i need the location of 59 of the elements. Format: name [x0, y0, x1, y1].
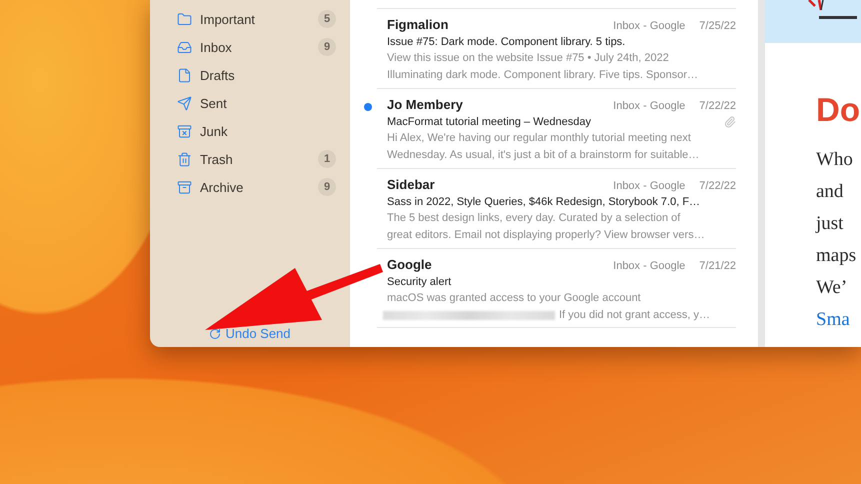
mailbox-name: Inbox - Google — [613, 180, 686, 192]
paper-plane-icon — [177, 96, 192, 110]
sender-name: Sidebar — [387, 177, 436, 192]
folder-icon — [177, 12, 192, 26]
article-text: maps — [816, 245, 856, 268]
message-row[interactable]: Google Inbox - Google 7/21/22 Security alert macOS was granted access to your Google account If you did not grant access, y… — [377, 248, 736, 328]
mailbox-label: Archive — [200, 180, 244, 194]
count-badge: 1 — [318, 150, 336, 168]
mailbox-label: Inbox — [200, 40, 233, 54]
message-preview: macOS was granted access to your Google account — [387, 291, 641, 305]
article-text: Who — [816, 149, 853, 172]
illustration-drawing — [807, 0, 857, 20]
mailbox-item[interactable]: Junk — [150, 117, 350, 145]
message-preview: Wednesday. As usual, it's just a bit of a brainstorm for suitable… — [387, 148, 700, 162]
inbox-icon — [177, 40, 192, 54]
count-badge: 5 — [318, 10, 336, 28]
message-subject: Sass in 2022, Style Queries, $46k Redesign, Storybook 7.0, F… — [387, 196, 702, 208]
mailbox-name: Inbox - Google — [613, 100, 686, 112]
article-text: We’ — [816, 277, 848, 300]
article-text: and — [816, 181, 844, 204]
mailbox-label: Sent — [200, 96, 228, 110]
mailbox-item[interactable]: Sent — [150, 89, 350, 117]
archive-box-icon — [177, 180, 192, 194]
mailbox-name: Inbox - Google — [613, 20, 686, 32]
sender-name: Figmalion — [387, 17, 450, 32]
article-link[interactable]: Sma — [816, 309, 850, 331]
mailbox-item[interactable]: Drafts — [150, 61, 350, 89]
message-date: 7/25/22 — [699, 20, 736, 32]
message-preview: great editors. Email not displaying properly? View browser vers… — [387, 228, 705, 242]
message-preview: View this issue on the website Issue #75 • July 24th, 2022 — [387, 51, 669, 65]
count-badge: 9 — [318, 178, 336, 196]
sender-name: Google — [387, 257, 433, 272]
message-subject: MacFormat tutorial meeting – Wednesday — [387, 116, 592, 128]
message-preview: The 5 best design links, every day. Curated by a selection of — [387, 211, 680, 225]
mailbox-item[interactable]: Important 5 — [150, 5, 350, 33]
mailbox-item[interactable]: Inbox 9 — [150, 33, 350, 61]
mailbox-item[interactable]: Archive 9 — [150, 173, 350, 201]
mailbox-label: Junk — [200, 124, 228, 138]
count-badge: 9 — [318, 38, 336, 56]
article-heading: Do — [816, 91, 861, 129]
undo-icon — [209, 328, 222, 340]
document-icon — [177, 68, 192, 82]
message-date: 7/21/22 — [699, 260, 736, 272]
message-date: 7/22/22 — [699, 100, 736, 112]
article-text: just — [816, 213, 844, 236]
message-subject: Security alert — [387, 276, 452, 288]
message-preview: If you did not grant access, y… — [559, 308, 710, 322]
trash-icon — [177, 152, 192, 166]
junk-box-icon — [177, 124, 192, 138]
message-preview: Hi Alex, We're having our regular monthly tutorial meeting next — [387, 131, 691, 145]
mailbox-item[interactable]: Trash 1 — [150, 145, 350, 173]
message-date: 7/22/22 — [699, 180, 736, 192]
mailbox-label: Trash — [200, 152, 234, 166]
sender-name: Jo Membery — [387, 97, 464, 112]
mailbox-label: Drafts — [200, 68, 236, 82]
mailbox-label: Important — [200, 12, 256, 26]
message-preview: Illuminating dark mode. Component library. Five tips. Sponsor… — [387, 68, 698, 82]
mailbox-name: Inbox - Google — [613, 260, 686, 272]
message-subject: Issue #75: Dark mode. Component library. 5 tips. — [387, 36, 626, 48]
